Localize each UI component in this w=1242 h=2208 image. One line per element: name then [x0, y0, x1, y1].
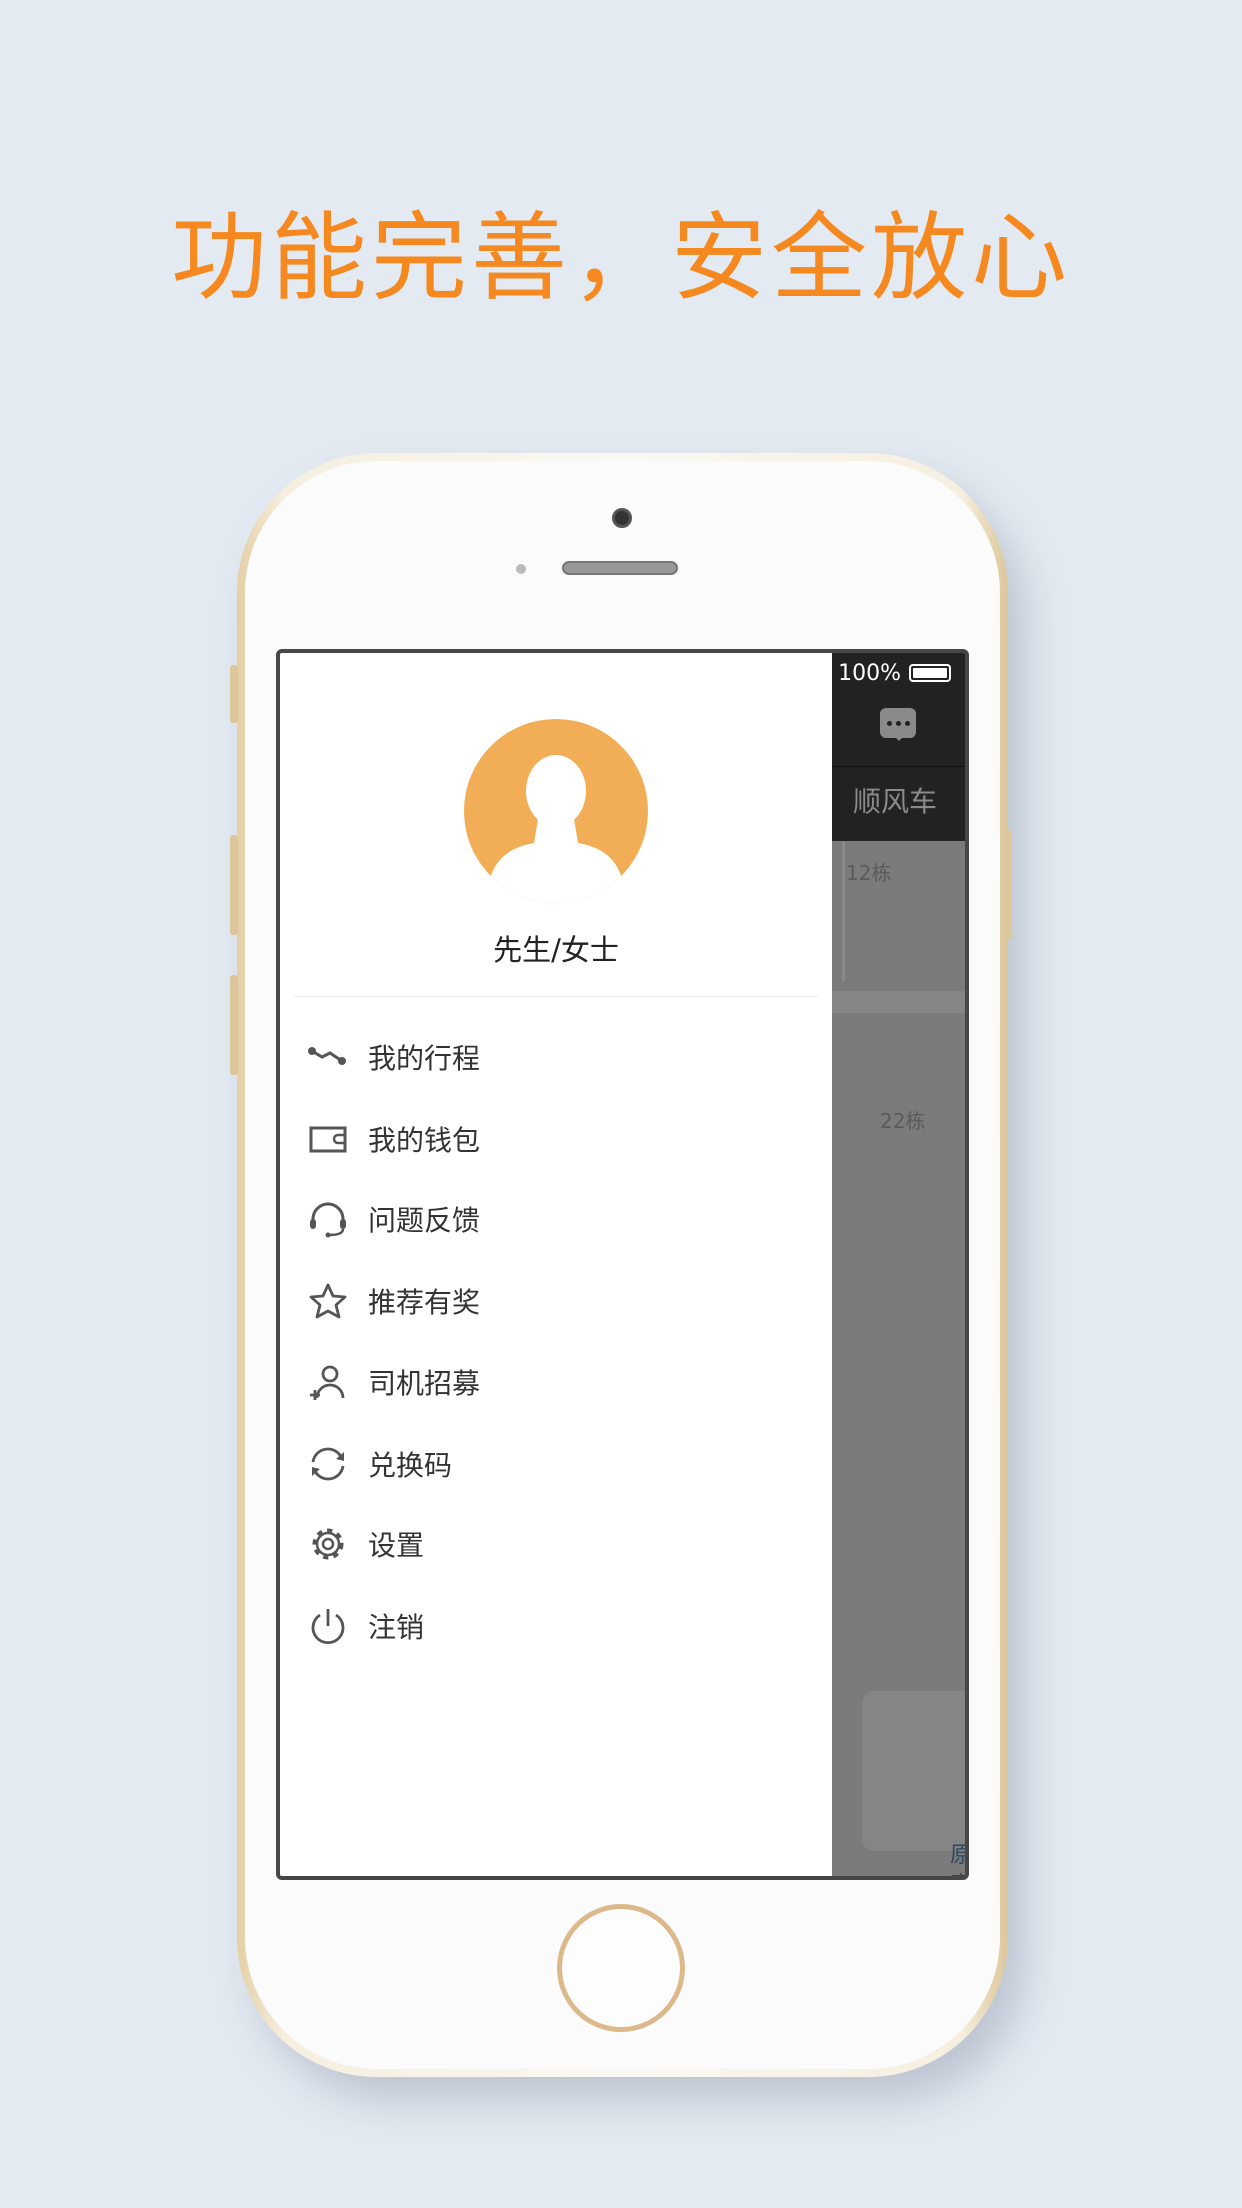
- side-drawer: 先生/女士 我的行程 我的钱包 问题反馈 推荐有奖 司机招募 兑换码 设置 注销: [280, 653, 832, 1876]
- menu-item-settings[interactable]: 设置: [280, 1509, 832, 1579]
- map-view[interactable]: 12栋 22栋 原寓: [832, 841, 965, 1876]
- menu-label: 兑换码: [368, 1449, 453, 1482]
- user-name: 先生/女士: [493, 933, 619, 967]
- sensor: [516, 564, 526, 574]
- menu-item-logout[interactable]: 注销: [280, 1591, 832, 1661]
- map-label: 12栋: [846, 861, 892, 885]
- status-bar: ᛒ 100%: [817, 653, 951, 693]
- volume-down-button: [230, 975, 238, 1075]
- menu-item-redeem-code[interactable]: 兑换码: [280, 1429, 832, 1499]
- phone-screen: ᛒ 100% 顺风车 12栋 22栋 原寓 先生/女士 我的行程 我的钱包: [276, 649, 969, 1880]
- map-label: 22栋: [880, 1109, 926, 1133]
- front-camera: [612, 508, 632, 528]
- menu-label: 我的行程: [368, 1042, 481, 1075]
- menu-item-referral[interactable]: 推荐有奖: [280, 1266, 832, 1336]
- avatar[interactable]: [464, 719, 648, 903]
- refresh-icon: [306, 1442, 350, 1486]
- divider: [294, 996, 818, 997]
- wallet-icon: [306, 1117, 350, 1161]
- menu-label: 注销: [368, 1611, 425, 1644]
- chat-icon[interactable]: [880, 708, 916, 741]
- menu-label: 司机招募: [368, 1367, 481, 1400]
- battery-text: 100%: [838, 660, 901, 686]
- mute-switch: [230, 665, 238, 723]
- menu-item-wallet[interactable]: 我的钱包: [280, 1104, 832, 1174]
- gear-icon: [306, 1522, 350, 1566]
- tab-carpool[interactable]: 顺风车: [853, 780, 937, 820]
- headline: 功能完善，安全放心: [171, 202, 1071, 314]
- add-user-icon: [306, 1360, 350, 1404]
- menu-label: 我的钱包: [368, 1124, 481, 1157]
- power-icon: [306, 1604, 350, 1648]
- volume-up-button: [230, 835, 238, 935]
- battery-icon: [909, 664, 951, 682]
- menu-label: 问题反馈: [368, 1204, 481, 1237]
- header-divider: [830, 766, 965, 767]
- menu-item-feedback[interactable]: 问题反馈: [280, 1184, 832, 1254]
- menu-item-driver-recruit[interactable]: 司机招募: [280, 1347, 832, 1417]
- map-label: 原寓: [950, 1841, 965, 1876]
- power-side-button: [1004, 830, 1012, 940]
- speaker-grille: [562, 561, 678, 575]
- user-silhouette-icon: [490, 755, 622, 903]
- route-icon: [306, 1035, 350, 1079]
- star-icon: [306, 1279, 350, 1323]
- menu-label: 推荐有奖: [368, 1286, 481, 1319]
- home-button[interactable]: [557, 1904, 685, 2032]
- headset-icon: [306, 1197, 350, 1241]
- menu-item-trips[interactable]: 我的行程: [280, 1022, 832, 1092]
- menu-label: 设置: [368, 1529, 425, 1562]
